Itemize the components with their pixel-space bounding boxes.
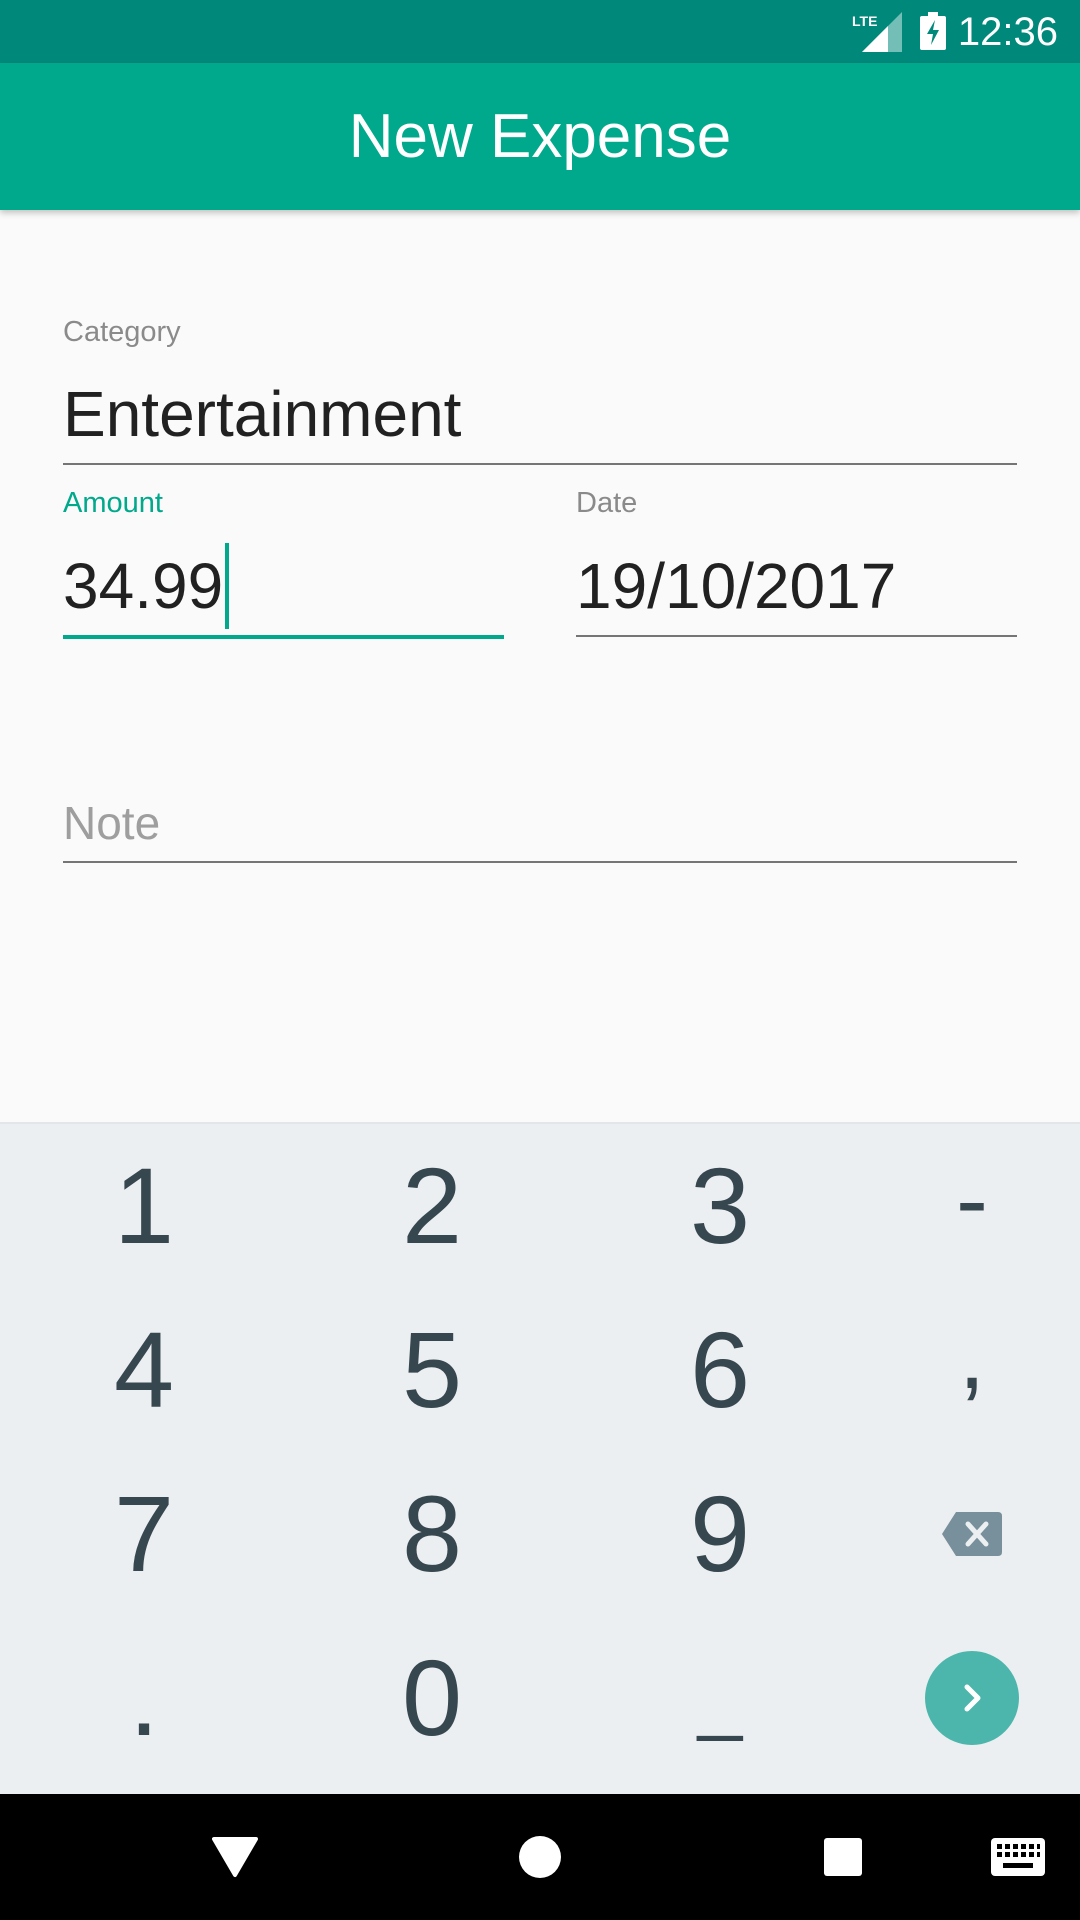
key-3[interactable]: 3 [585,1124,855,1288]
key-7[interactable]: 7 [9,1452,279,1616]
next-key[interactable] [837,1616,1080,1780]
amount-underline [63,635,504,639]
note-input[interactable]: Note [63,795,160,851]
key-6[interactable]: 6 [585,1288,855,1452]
expense-form: Category Entertainment Amount 34.99 Date… [0,210,1080,1122]
keyboard-switch-button[interactable] [958,1794,1078,1920]
date-value[interactable]: 19/10/2017 [576,548,896,624]
keyboard-icon [991,1838,1045,1876]
amount-input[interactable]: 34.99 [63,543,230,630]
key-comma[interactable]: , [837,1274,1080,1438]
key-dot[interactable]: . [9,1616,279,1780]
home-icon [519,1836,561,1878]
category-underline [63,463,1017,465]
date-underline [576,635,1017,637]
backspace-key[interactable] [837,1452,1080,1616]
network-type: LTE [852,13,877,29]
recents-button[interactable] [768,1794,918,1920]
key-8[interactable]: 8 [297,1452,567,1616]
numeric-keyboard: 1 2 3 - 4 5 6 , 7 8 9 . 0 _ [0,1122,1080,1794]
lte-signal-icon: LTE [852,12,902,52]
app-bar: New Expense [0,63,1080,210]
back-button[interactable] [160,1794,310,1920]
battery-charging-icon [920,12,946,50]
date-label: Date [576,487,638,519]
page-title: New Expense [348,102,732,171]
back-icon [212,1837,258,1877]
amount-label: Amount [63,487,163,519]
status-time: 12:36 [957,10,1058,54]
key-0[interactable]: 0 [297,1616,567,1780]
key-4[interactable]: 4 [9,1288,279,1452]
note-underline [63,861,1017,863]
home-button[interactable] [465,1794,615,1920]
key-minus[interactable]: - [837,1118,1080,1282]
category-value[interactable]: Entertainment [63,376,461,452]
category-label: Category [63,316,181,348]
next-button[interactable] [925,1651,1019,1745]
key-5[interactable]: 5 [297,1288,567,1452]
key-2[interactable]: 2 [297,1124,567,1288]
key-underscore[interactable]: _ [585,1616,855,1780]
key-9[interactable]: 9 [585,1452,855,1616]
backspace-icon [942,1512,1002,1556]
amount-value: 34.99 [63,550,224,622]
recents-icon [824,1838,862,1876]
navigation-bar [0,1794,1080,1920]
chevron-right-icon [964,1684,981,1712]
status-bar: LTE 12:36 [0,0,1080,63]
key-1[interactable]: 1 [9,1124,279,1288]
text-cursor [225,543,230,630]
